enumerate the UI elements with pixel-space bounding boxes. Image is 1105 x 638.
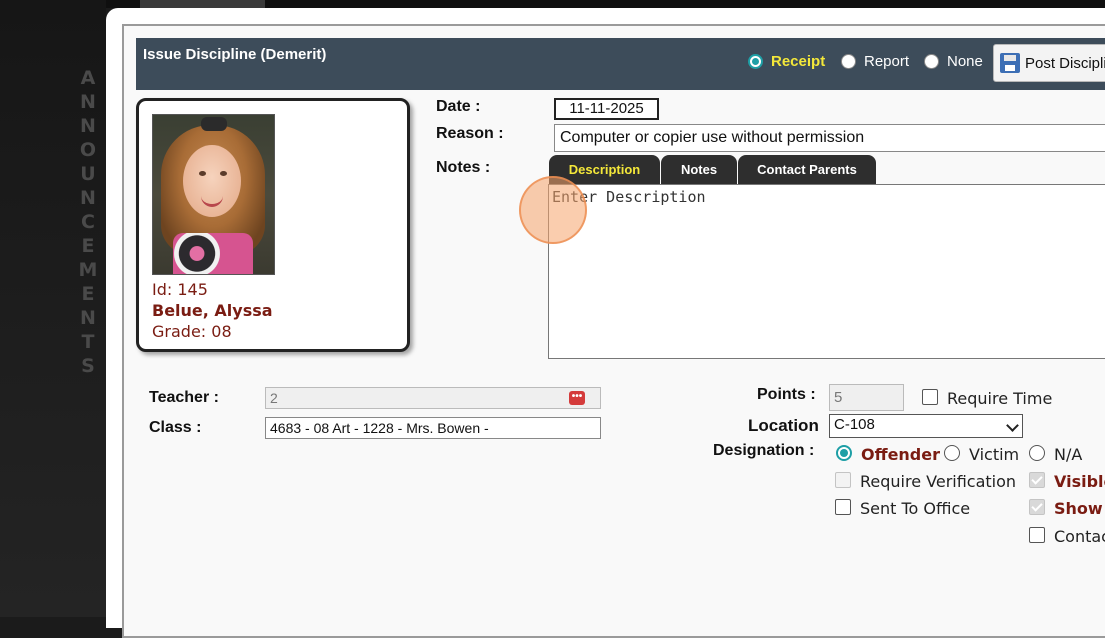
offender-label[interactable]: Offender: [861, 445, 940, 464]
designation-label: Designation :: [713, 442, 815, 459]
visible-label[interactable]: Visible: [1054, 472, 1105, 491]
date-label: Date :: [436, 98, 481, 115]
class-field[interactable]: 4683 - 08 Art - 1228 - Mrs. Bowen -: [265, 417, 601, 439]
na-radio[interactable]: [1029, 445, 1045, 461]
contact-checkbox[interactable]: [1029, 527, 1045, 543]
victim-label[interactable]: Victim: [969, 445, 1019, 464]
reason-label: Reason :: [436, 125, 504, 142]
receipt-radio[interactable]: [748, 54, 763, 69]
receipt-option[interactable]: Receipt: [748, 53, 825, 70]
post-discipline-button[interactable]: Post Disciplin: [993, 44, 1105, 82]
location-value: C-108: [834, 416, 875, 433]
receipt-label[interactable]: Receipt: [771, 53, 825, 70]
discipline-dialog: Issue Discipline (Demerit) Receipt Repor…: [106, 8, 1105, 638]
location-select[interactable]: C-108: [829, 414, 1023, 438]
teacher-value: 2: [270, 390, 278, 406]
report-radio[interactable]: [841, 54, 856, 69]
click-indicator: [519, 176, 587, 244]
require-time-checkbox[interactable]: [922, 389, 938, 405]
description-textarea[interactable]: Enter Description: [548, 184, 1105, 359]
chevron-down-icon: [1006, 419, 1019, 432]
student-id: Id: 145: [152, 280, 208, 299]
contact-label[interactable]: Contac: [1054, 527, 1105, 546]
teacher-label: Teacher :: [149, 389, 219, 406]
student-photo: [152, 114, 275, 275]
more-options-icon[interactable]: •••: [569, 391, 585, 405]
class-label: Class :: [149, 419, 202, 436]
report-option[interactable]: Report: [841, 53, 909, 70]
require-verification-label[interactable]: Require Verification: [860, 472, 1016, 491]
na-label[interactable]: N/A: [1054, 445, 1082, 464]
points-label: Points :: [757, 386, 816, 403]
none-label[interactable]: None: [947, 53, 983, 70]
victim-radio[interactable]: [944, 445, 960, 461]
dialog-header: Issue Discipline (Demerit) Receipt Repor…: [136, 38, 1105, 90]
floppy-disk-icon: [1000, 53, 1020, 73]
student-card: Id: 145 Belue, Alyssa Grade: 08: [136, 98, 410, 352]
sent-to-office-label[interactable]: Sent To Office: [860, 499, 970, 518]
student-grade: Grade: 08: [152, 322, 232, 341]
post-discipline-label: Post Disciplin: [1025, 54, 1105, 72]
dialog-title: Issue Discipline (Demerit): [143, 46, 327, 63]
dialog-body: Issue Discipline (Demerit) Receipt Repor…: [122, 24, 1105, 638]
student-name: Belue, Alyssa: [152, 301, 273, 320]
notes-label: Notes :: [436, 159, 491, 176]
report-label[interactable]: Report: [864, 53, 909, 70]
points-field[interactable]: 5: [829, 384, 904, 411]
background-tab: [140, 0, 265, 8]
tab-notes[interactable]: Notes: [661, 155, 737, 185]
require-verification-checkbox[interactable]: [835, 472, 851, 488]
require-time-label[interactable]: Require Time: [947, 389, 1052, 408]
announcements-vertical-label[interactable]: ANNOUNCEMENTS: [78, 66, 98, 378]
teacher-field[interactable]: 2 •••: [265, 387, 601, 409]
none-radio[interactable]: [924, 54, 939, 69]
show-checkbox[interactable]: [1029, 499, 1045, 515]
date-field[interactable]: 11-11-2025: [554, 98, 659, 120]
location-label: Location: [748, 416, 819, 435]
sent-to-office-checkbox[interactable]: [835, 499, 851, 515]
offender-radio[interactable]: [836, 445, 852, 461]
none-option[interactable]: None: [924, 53, 983, 70]
show-label[interactable]: Show I: [1054, 499, 1105, 518]
reason-field[interactable]: Computer or copier use without permissio…: [554, 124, 1105, 152]
visible-checkbox[interactable]: [1029, 472, 1045, 488]
tab-contact-parents[interactable]: Contact Parents: [738, 155, 876, 185]
